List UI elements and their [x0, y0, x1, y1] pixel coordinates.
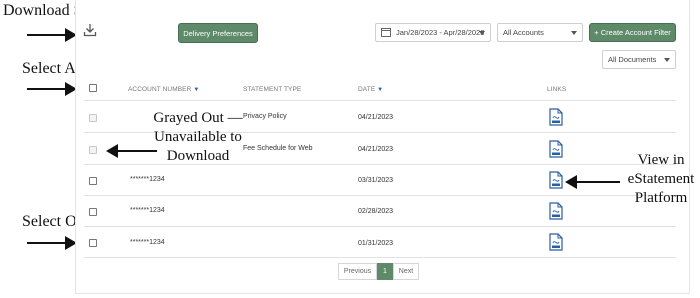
pagination-next[interactable]: Next: [393, 263, 419, 280]
arrow-view-pdf: [565, 175, 620, 189]
statement-type: Fee Schedule for Web: [243, 145, 313, 152]
column-header-statement-type: STATEMENT TYPE: [243, 86, 302, 93]
date-range-select[interactable]: Jan/28/2023 - Apr/28/2023: [375, 23, 491, 42]
accounts-select-value: All Accounts: [503, 28, 544, 37]
annotation-grayed-out: Grayed Out — Unavailable to Download: [153, 110, 243, 164]
row-divider: [84, 257, 676, 258]
column-header-account-number[interactable]: ACCOUNT NUMBER ▼: [128, 86, 199, 93]
chevron-down-icon: [571, 30, 577, 35]
arrow-select-one: [27, 236, 77, 250]
row-checkbox[interactable]: [89, 177, 97, 185]
statement-date: 04/21/2023: [358, 114, 394, 121]
chevron-down-icon: [479, 30, 485, 35]
create-account-filter-button[interactable]: + Create Account Filter: [589, 23, 676, 42]
row-checkbox[interactable]: [89, 208, 97, 216]
arrow-grayed-out: [106, 144, 157, 158]
annotation-view-estatement: View in eStatement Platform: [627, 152, 695, 206]
statement-date: 04/21/2023: [358, 146, 394, 153]
account-number: *******1234: [130, 207, 165, 214]
statement-date: 02/28/2023: [358, 208, 394, 215]
calendar-icon: [381, 28, 391, 37]
sort-down-icon: ▼: [377, 87, 384, 93]
documents-select-value: All Documents: [608, 55, 657, 64]
select-all-checkbox[interactable]: [89, 84, 97, 92]
row-checkbox-disabled: [89, 114, 97, 122]
pdf-icon[interactable]: [549, 140, 563, 158]
row-divider: [84, 226, 676, 227]
pagination-previous[interactable]: Previous: [338, 263, 377, 280]
column-header-links: LINKS: [547, 86, 567, 93]
statement-date: 03/31/2023: [358, 177, 394, 184]
delivery-preferences-button[interactable]: Delivery Preferences: [178, 23, 258, 43]
pdf-icon[interactable]: [549, 233, 563, 251]
arrow-download-selected: [27, 28, 77, 42]
download-icon[interactable]: [82, 22, 98, 38]
statement-type: Privacy Policy: [243, 113, 287, 120]
row-checkbox[interactable]: [89, 239, 97, 247]
pagination-page-1[interactable]: 1: [377, 263, 393, 280]
chevron-down-icon: [664, 57, 670, 62]
date-range-value: Jan/28/2023 - Apr/28/2023: [396, 28, 485, 37]
row-divider: [84, 195, 676, 196]
statement-date: 01/31/2023: [358, 240, 394, 247]
column-header-date[interactable]: DATE ▼: [358, 86, 383, 93]
pdf-icon[interactable]: [549, 108, 563, 126]
arrow-select-all: [27, 82, 77, 96]
row-checkbox-disabled: [89, 146, 97, 154]
account-number: *******1234: [130, 239, 165, 246]
pdf-icon[interactable]: [549, 202, 563, 220]
account-number: *******1234: [130, 176, 165, 183]
pdf-icon[interactable]: [549, 171, 563, 189]
header-divider: [84, 100, 676, 101]
documents-select[interactable]: All Documents: [602, 50, 676, 69]
accounts-select[interactable]: All Accounts: [497, 23, 583, 42]
sort-down-icon: ▼: [193, 87, 200, 93]
